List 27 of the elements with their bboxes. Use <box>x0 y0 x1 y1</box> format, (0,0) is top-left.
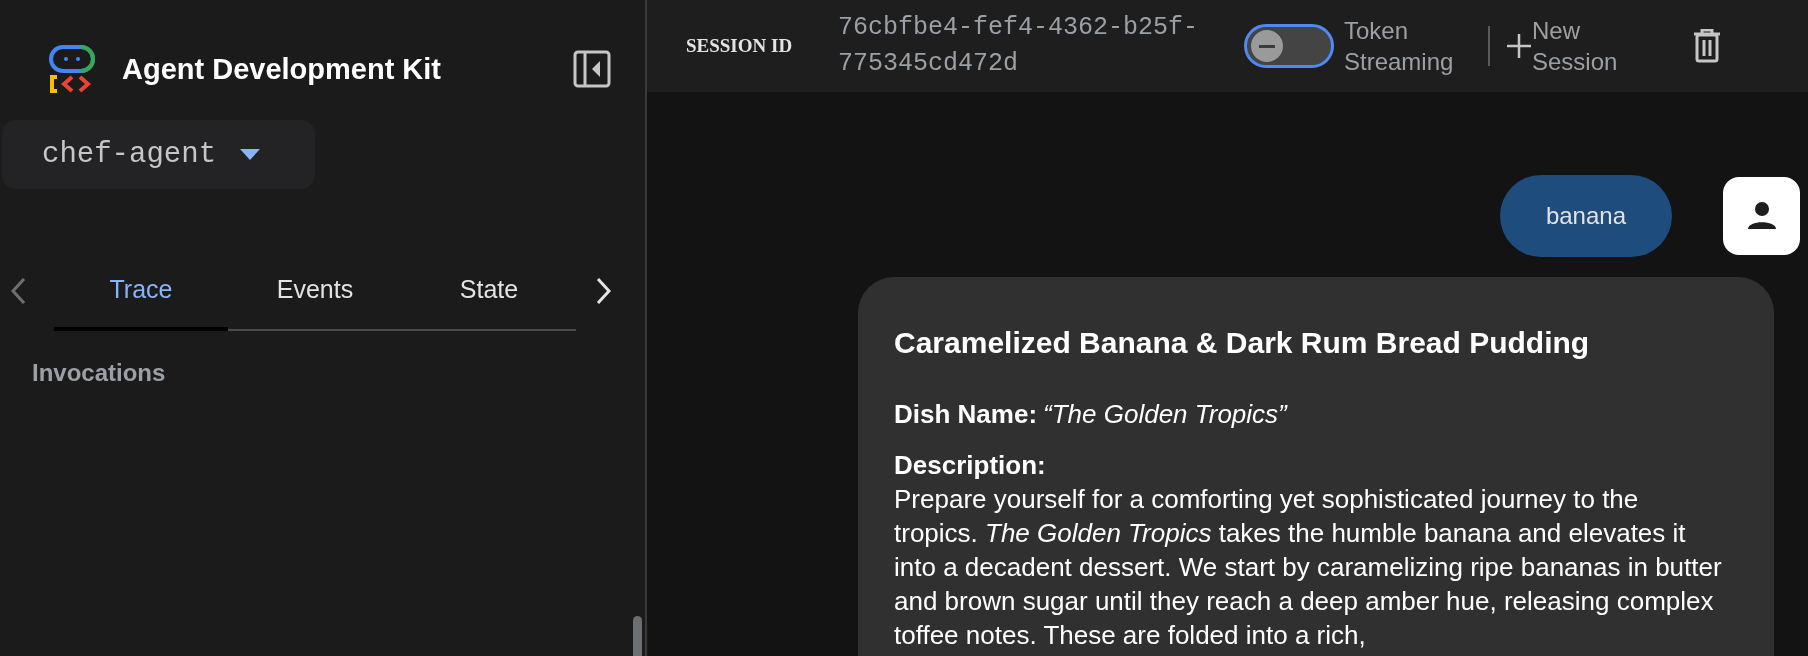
field-label: Description: <box>894 449 1047 482</box>
section-heading: Invocations <box>32 359 167 387</box>
dish-name: “The Golden Tropics” <box>1043 399 1287 429</box>
app-title: Agent Development Kit <box>122 52 442 86</box>
user-message: banana <box>1499 175 1672 257</box>
chevron-left-icon <box>9 277 27 305</box>
toggle-switch[interactable] <box>1244 24 1334 68</box>
new-session-button[interactable]: New Session <box>1506 15 1632 77</box>
field-label: Dish Name: <box>894 399 1038 429</box>
chevron-right-icon <box>595 277 613 305</box>
tab[interactable]: Events <box>228 251 402 331</box>
tab[interactable]: Trace <box>54 251 228 331</box>
session-label: SESSION ID <box>686 35 794 57</box>
trash-icon <box>1692 29 1722 63</box>
minus-icon <box>1259 44 1275 48</box>
collapse-sidebar-button[interactable] <box>572 49 612 89</box>
sidebar-panel-icon <box>573 50 611 88</box>
session-id: 76cbfbe4-fef4-4362-b25f-775345cd472d <box>838 12 1200 80</box>
logo-icon <box>47 44 97 94</box>
agent-dropdown[interactable]: chef-agent <box>2 120 315 189</box>
toggle-label: Token Streaming <box>1344 16 1455 77</box>
recipe-title: Caramelized Banana & Dark Rum Bread Pudding <box>894 325 1591 361</box>
plus-icon <box>1506 33 1532 59</box>
description-text: Prepare yourself for a comforting yet sophisticated journey to the tropics. The Golden Tropics takes the humble banana and elevates it into a decadent dessert. We start by caramelizing ripe bananas in butter and brown sugar until they reach a deep amber hue, releasing complex toffee notes. These are folded into a rich, <box>894 483 1723 652</box>
caret-icon <box>240 148 261 161</box>
scrollbar-thumb[interactable] <box>633 616 642 656</box>
tab[interactable]: State <box>402 251 576 331</box>
